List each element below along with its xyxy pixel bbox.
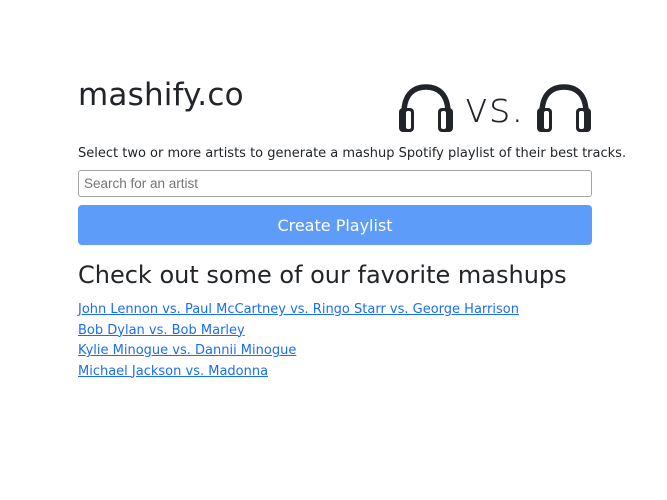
artist-search-input[interactable]: [78, 170, 592, 197]
header: mashify.co vs.: [78, 0, 592, 140]
favorites-heading: Check out some of our favorite mashups: [78, 261, 567, 289]
intro-text: Select two or more artists to generate a…: [78, 146, 627, 161]
headphones-icon: [536, 83, 592, 133]
mashup-link[interactable]: John Lennon vs. Paul McCartney vs. Ringo…: [78, 302, 519, 317]
logo: vs.: [398, 82, 592, 134]
favorite-mashups-list: John Lennon vs. Paul McCartney vs. Ringo…: [78, 298, 519, 380]
brand-title: mashify.co: [78, 77, 244, 113]
mashup-link[interactable]: Bob Dylan vs. Bob Marley: [78, 323, 245, 338]
headphones-icon: [398, 83, 454, 133]
vs-label: vs.: [463, 83, 524, 132]
mashup-link[interactable]: Kylie Minogue vs. Dannii Minogue: [78, 343, 296, 358]
main-container: mashify.co vs. Select two or more artist…: [78, 0, 626, 379]
mashup-link[interactable]: Michael Jackson vs. Madonna: [78, 364, 268, 379]
list-item: Kylie Minogue vs. Dannii Minogue: [78, 339, 519, 360]
list-item: Michael Jackson vs. Madonna: [78, 360, 519, 381]
create-playlist-button[interactable]: Create Playlist: [78, 205, 592, 245]
list-item: John Lennon vs. Paul McCartney vs. Ringo…: [78, 298, 519, 319]
list-item: Bob Dylan vs. Bob Marley: [78, 319, 519, 340]
